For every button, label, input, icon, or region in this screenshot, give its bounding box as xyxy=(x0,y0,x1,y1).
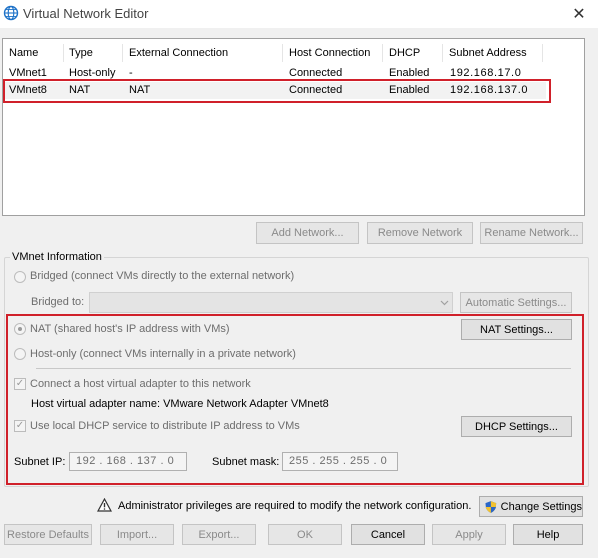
column-header-dhcp[interactable]: DHCP xyxy=(383,44,443,62)
subnet-mask-label: Subnet mask: xyxy=(212,456,280,468)
chevron-down-icon xyxy=(440,300,449,306)
cancel-button[interactable]: Cancel xyxy=(351,524,425,545)
dhcp-settings-button[interactable]: DHCP Settings... xyxy=(461,416,572,437)
subnet-ip-input[interactable]: 192 . 168 . 137 . 0 xyxy=(69,452,187,471)
group-label: VMnet Information xyxy=(10,251,104,263)
nat-label: NAT (shared host's IP address with VMs) xyxy=(30,323,230,335)
divider xyxy=(36,368,571,369)
column-header-subnet[interactable]: Subnet Address xyxy=(443,44,543,62)
adapter-name-text: Host virtual adapter name: VMware Networ… xyxy=(31,398,329,410)
bridged-label: Bridged (connect VMs directly to the ext… xyxy=(30,270,295,282)
remove-network-button[interactable]: Remove Network xyxy=(367,222,473,244)
highlight-box-row xyxy=(3,79,551,103)
window-title: Virtual Network Editor xyxy=(23,6,149,21)
connect-adapter-label: Connect a host virtual adapter to this n… xyxy=(30,378,251,390)
bridged-radio[interactable] xyxy=(14,271,26,283)
rename-network-button[interactable]: Rename Network... xyxy=(480,222,583,244)
connect-adapter-checkbox[interactable]: ✓ xyxy=(14,378,26,390)
warning-icon xyxy=(97,498,112,512)
add-network-button[interactable]: Add Network... xyxy=(256,222,359,244)
column-header-type[interactable]: Type xyxy=(63,44,123,62)
nat-settings-button[interactable]: NAT Settings... xyxy=(461,319,572,340)
admin-warning-text: Administrator privileges are required to… xyxy=(118,500,472,512)
change-settings-button[interactable]: Change Settings xyxy=(479,496,583,517)
export-button[interactable]: Export... xyxy=(182,524,256,545)
column-header-external[interactable]: External Connection xyxy=(123,44,283,62)
bridged-to-label: Bridged to: xyxy=(31,296,85,308)
host-only-label: Host-only (connect VMs internally in a p… xyxy=(30,348,296,360)
use-dhcp-label: Use local DHCP service to distribute IP … xyxy=(30,420,300,432)
bridged-to-select[interactable] xyxy=(89,292,453,313)
close-button[interactable]: ✕ xyxy=(568,3,590,25)
close-icon: ✕ xyxy=(572,6,586,23)
globe-icon xyxy=(3,5,19,21)
use-dhcp-checkbox[interactable]: ✓ xyxy=(14,420,26,432)
change-settings-label: Change Settings xyxy=(500,500,582,513)
restore-defaults-button[interactable]: Restore Defaults xyxy=(4,524,92,545)
nat-radio[interactable] xyxy=(14,323,26,335)
ok-button[interactable]: OK xyxy=(268,524,342,545)
help-button[interactable]: Help xyxy=(513,524,583,545)
subnet-mask-input[interactable]: 255 . 255 . 255 . 0 xyxy=(282,452,398,471)
host-only-radio[interactable] xyxy=(14,348,26,360)
column-header-name[interactable]: Name xyxy=(3,44,64,62)
apply-button[interactable]: Apply xyxy=(432,524,506,545)
column-header-host[interactable]: Host Connection xyxy=(283,44,383,62)
shield-icon xyxy=(485,500,497,513)
subnet-ip-label: Subnet IP: xyxy=(14,456,66,468)
automatic-settings-button[interactable]: Automatic Settings... xyxy=(460,292,572,313)
import-button[interactable]: Import... xyxy=(100,524,174,545)
